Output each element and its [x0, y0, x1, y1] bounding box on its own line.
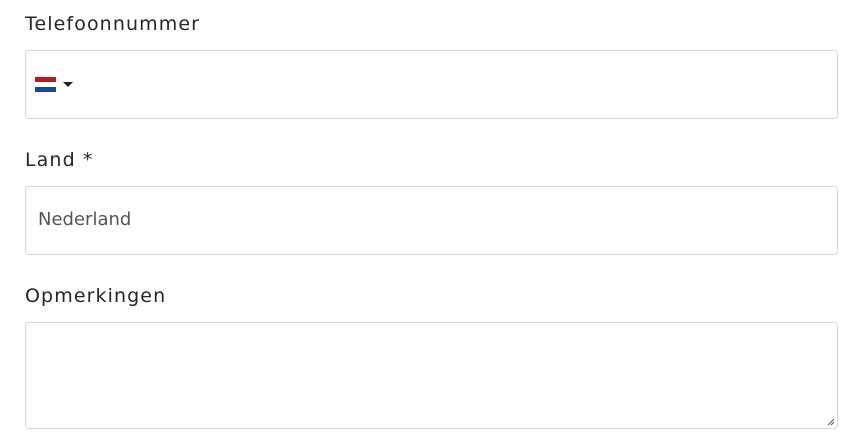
country-code-dropdown[interactable] [35, 77, 75, 93]
contact-form: Telefoonnummer Land * Nederland Opmerkin… [25, 0, 838, 429]
country-value: Nederland [38, 209, 132, 230]
country-label: Land * [25, 149, 94, 171]
notes-field[interactable] [25, 322, 838, 429]
notes-textarea[interactable] [26, 323, 837, 428]
flag-nl-icon [35, 77, 56, 92]
phone-label: Telefoonnummer [25, 13, 201, 35]
phone-field[interactable] [25, 50, 838, 120]
caret-down-icon [63, 82, 73, 87]
country-field[interactable]: Nederland [25, 186, 838, 255]
phone-input[interactable] [86, 51, 837, 120]
resize-grip-icon[interactable] [826, 417, 835, 426]
notes-label: Opmerkingen [25, 285, 167, 307]
